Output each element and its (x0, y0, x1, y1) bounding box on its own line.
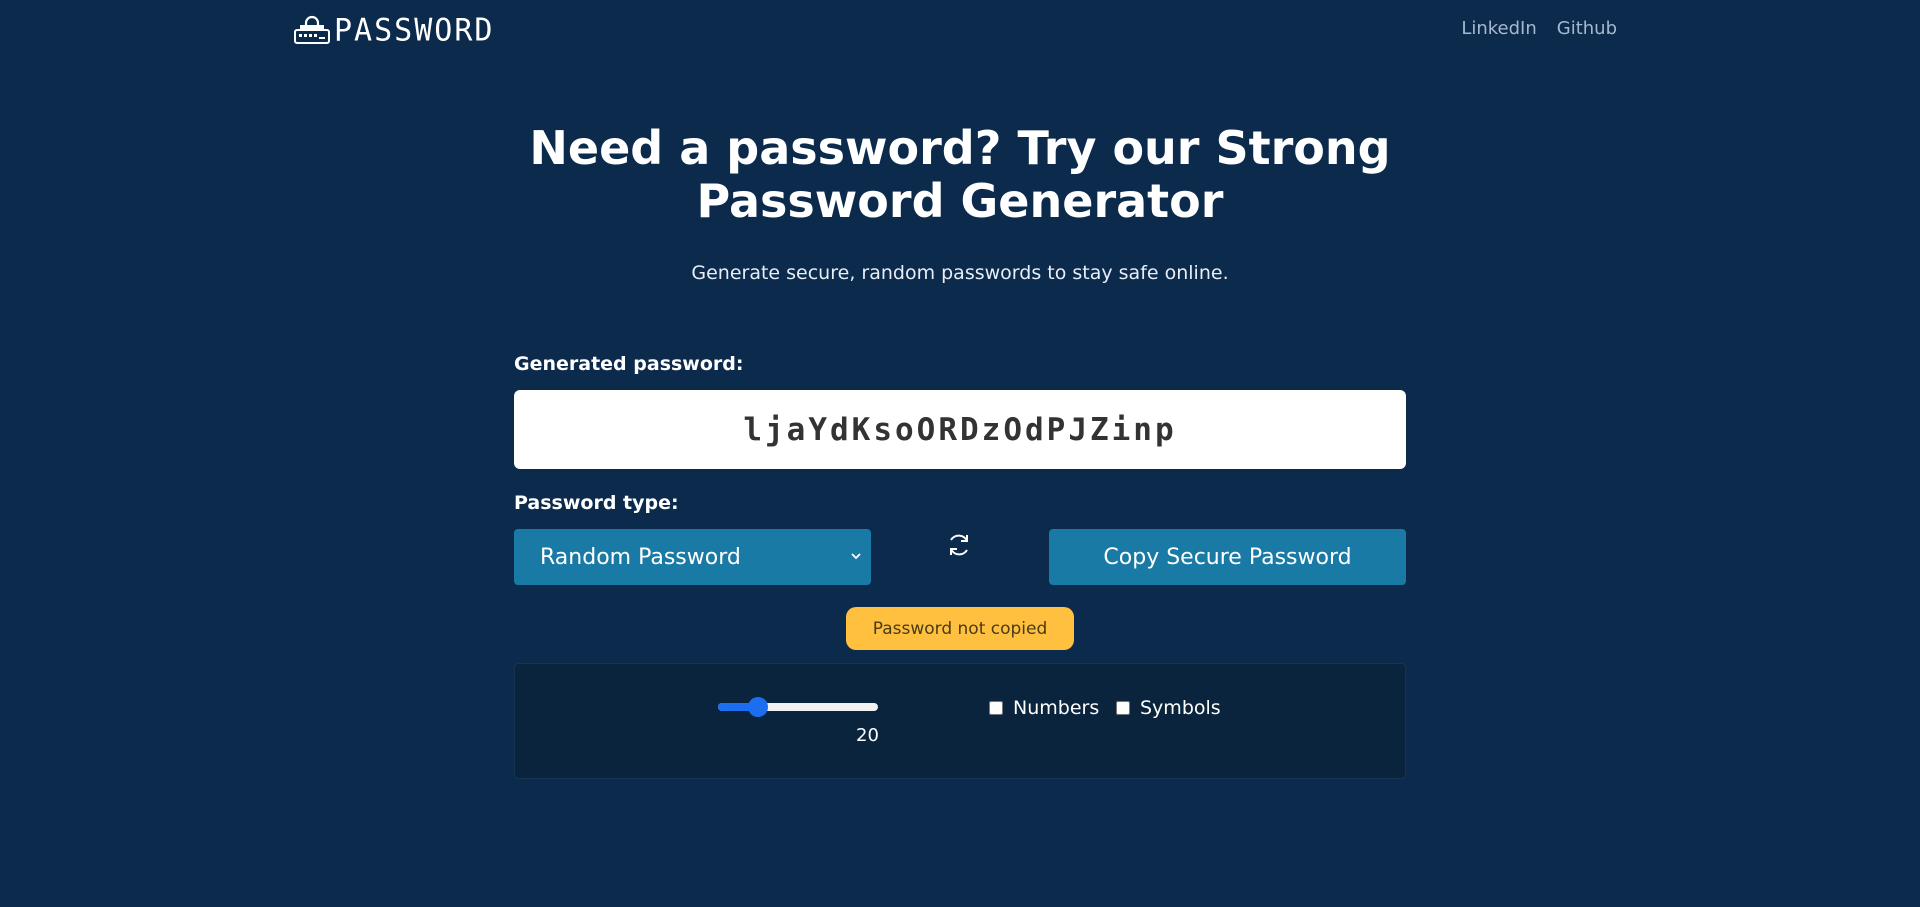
chevron-down-icon (851, 553, 861, 560)
length-slider[interactable] (718, 697, 878, 717)
page-title-line-2: Password Generator (696, 174, 1224, 228)
page-subtitle: Generate secure, random passwords to sta… (691, 262, 1229, 284)
refresh-button[interactable] (944, 528, 974, 562)
symbols-checkbox[interactable]: Symbols (1116, 697, 1221, 719)
symbols-checkbox-label: Symbols (1140, 697, 1221, 719)
copy-status-badge: Password not copied (846, 607, 1074, 650)
page-title-line-1: Need a password? Try our Strong (529, 121, 1391, 175)
symbols-checkbox-box[interactable] (1116, 701, 1130, 715)
numbers-checkbox-label: Numbers (1013, 697, 1100, 719)
logo[interactable]: PASSWORD (294, 12, 495, 48)
generated-password-text[interactable]: ljaYdKsoORDzOdPJZinp (743, 412, 1176, 448)
options-panel: 20 Numbers Symbols (514, 663, 1406, 779)
password-type-label: Password type: (514, 492, 679, 514)
length-value: 20 (856, 725, 879, 746)
nav-links: LinkedIn Github (1461, 18, 1617, 39)
page-title: Need a password? Try our Strong Password… (0, 122, 1920, 228)
numbers-checkbox-box[interactable] (989, 701, 1003, 715)
numbers-checkbox[interactable]: Numbers (989, 697, 1099, 719)
password-type-selected: Random Password (540, 544, 741, 570)
logo-text: PASSWORD (334, 11, 495, 49)
generated-password-label: Generated password: (514, 353, 744, 375)
refresh-icon (950, 534, 968, 556)
password-type-select[interactable]: Random Password (514, 529, 871, 585)
navbar: PASSWORD LinkedIn Github (0, 0, 1920, 60)
lock-keyboard-icon (294, 15, 330, 44)
nav-link-github[interactable]: Github (1557, 18, 1617, 39)
generated-password-field[interactable]: ljaYdKsoORDzOdPJZinp (514, 390, 1406, 469)
length-slider-thumb[interactable] (748, 697, 768, 717)
nav-link-linkedin[interactable]: LinkedIn (1461, 18, 1536, 39)
copy-password-button[interactable]: Copy Secure Password (1049, 529, 1406, 585)
